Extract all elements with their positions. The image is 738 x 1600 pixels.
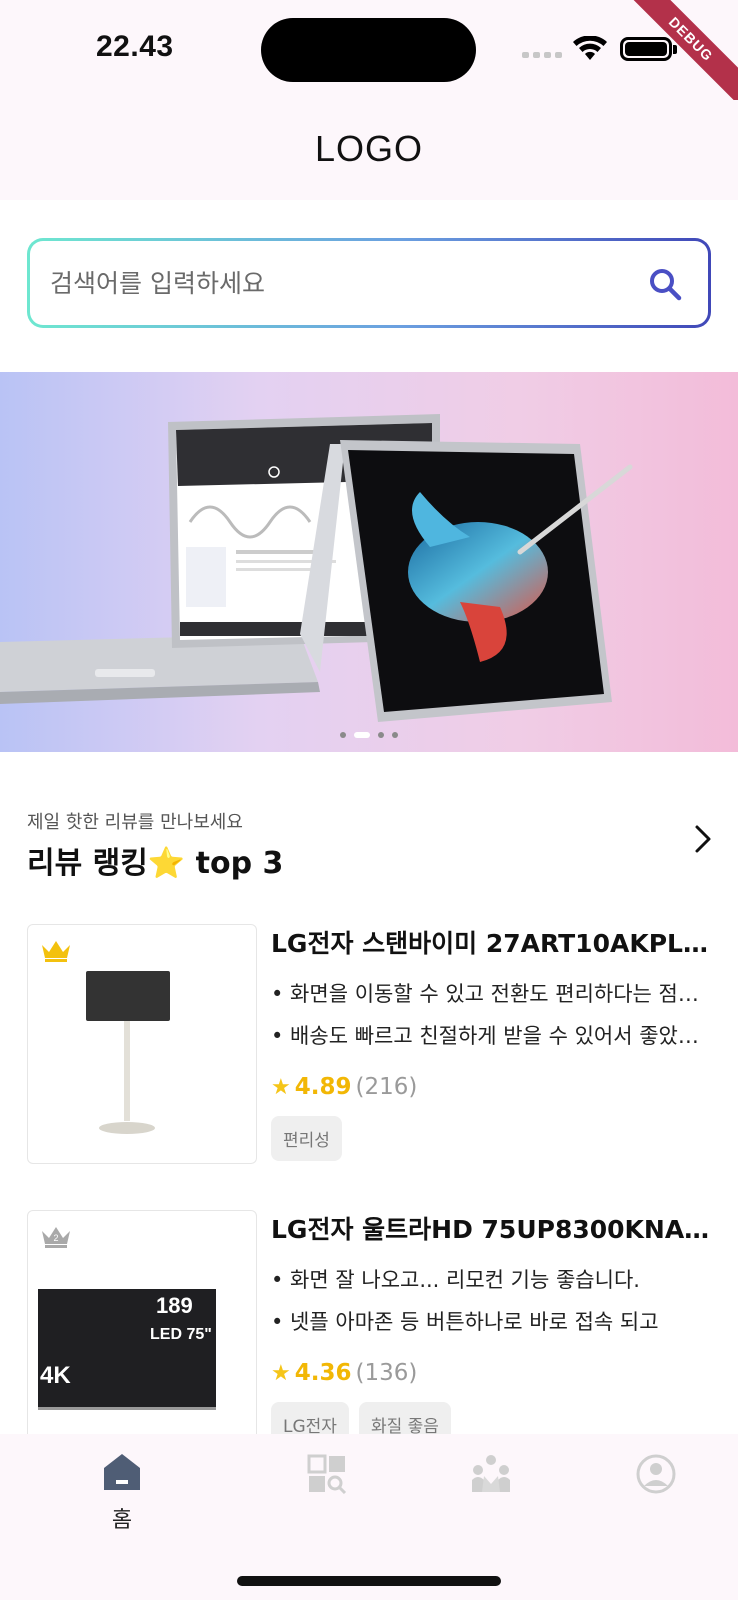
product-thumbnail[interactable]: 2 189 LED 75" 4K: [27, 1210, 257, 1450]
rating-score: 4.36: [294, 1360, 352, 1386]
nav-item-home[interactable]: 홈: [82, 1454, 162, 1534]
product-title[interactable]: LG전자 울트라HD 75UP8300KNA 189cm: [271, 1210, 711, 1246]
product-card[interactable]: 2 189 LED 75" 4K LG전자 울트라HD 75UP8300KNA …: [27, 1210, 717, 1450]
status-bar: 22.43 DEBUG: [0, 0, 738, 109]
review-snippet: • 넷플 아마존 등 버튼하나로 바로 접속 되고: [271, 1310, 659, 1334]
carousel-indicator: [0, 732, 738, 738]
nav-item-category-search[interactable]: [287, 1454, 367, 1534]
debug-label: DEBUG: [621, 0, 738, 109]
star-icon: ★: [271, 1360, 291, 1386]
nav-item-community[interactable]: [451, 1454, 531, 1534]
review-snippet: • 화면 잘 나오고... 리모컨 기능 좋습니다.: [271, 1268, 640, 1292]
tag-list: 편리성: [271, 1116, 342, 1161]
search-bar[interactable]: [27, 238, 711, 328]
home-indicator[interactable]: [237, 1576, 501, 1586]
review-count: (216): [355, 1074, 418, 1100]
search-icon[interactable]: [648, 267, 682, 301]
nav-item-profile[interactable]: [616, 1454, 696, 1534]
home-icon: [104, 1454, 140, 1490]
standbyme-product-image: [86, 971, 170, 1134]
product-title[interactable]: LG전자 스탠바이미 27ART10AKPL 스탠바이미: [271, 924, 711, 960]
search-input[interactable]: [50, 241, 610, 325]
section-subtitle: 제일 핫한 리뷰를 만나보세요: [27, 812, 243, 833]
star-icon: ★: [271, 1074, 291, 1100]
carousel-dot[interactable]: [378, 732, 384, 738]
cellular-signal-icon: [522, 52, 562, 58]
tv-product-image: 189 LED 75" 4K: [38, 1289, 216, 1410]
carousel-dot-active[interactable]: [354, 732, 370, 738]
app-logo[interactable]: LOGO: [0, 128, 738, 170]
product-thumbnail[interactable]: [27, 924, 257, 1164]
profile-icon: [636, 1454, 676, 1494]
review-snippet: • 배송도 빠르고 친절하게 받을 수 있어서 좋았습니다: [271, 1024, 711, 1048]
dynamic-island: [261, 18, 476, 82]
product-rating: ★ 4.36 (136): [271, 1360, 417, 1386]
banner-carousel[interactable]: [0, 372, 738, 752]
category-search-icon: [307, 1454, 347, 1495]
app-header: LOGO: [0, 100, 738, 200]
community-icon: [472, 1455, 510, 1492]
review-snippet: • 화면을 이동할 수 있고 전환도 편리하다는 점이 좋아요: [271, 982, 711, 1006]
review-count: (136): [355, 1360, 418, 1386]
wifi-icon: [573, 36, 607, 60]
svg-text:4K: 4K: [40, 1362, 71, 1389]
svg-text:189: 189: [156, 1293, 193, 1318]
svg-text:LED 75": LED 75": [150, 1326, 212, 1343]
carousel-dot[interactable]: [392, 732, 398, 738]
carousel-dot[interactable]: [340, 732, 346, 738]
laptop-banner-image: [0, 414, 633, 722]
section-title: 리뷰 랭킹⭐ top 3: [27, 846, 284, 881]
product-card[interactable]: LG전자 스탠바이미 27ART10AKPL 스탠바이미 • 화면을 이동할 수…: [27, 924, 717, 1164]
chevron-right-icon[interactable]: [692, 824, 714, 854]
nav-label-home: 홈: [111, 1508, 133, 1533]
rating-score: 4.89: [294, 1074, 352, 1100]
product-rating: ★ 4.89 (216): [271, 1074, 417, 1100]
tag-chip[interactable]: 편리성: [271, 1116, 342, 1161]
status-time: 22.43: [96, 30, 174, 63]
